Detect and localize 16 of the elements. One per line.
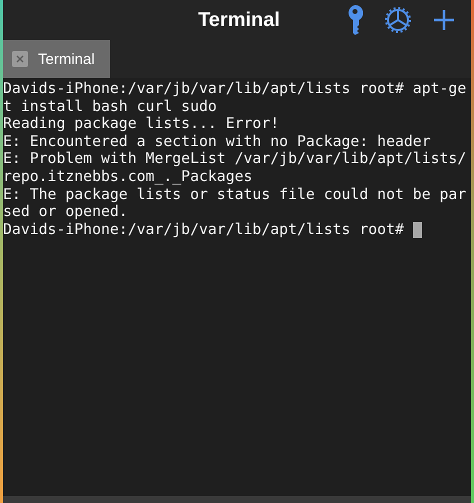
terminal-line: E: The package lists or status file could not be par xyxy=(3,186,466,204)
terminal-line: sed or opened. xyxy=(3,203,128,221)
key-icon[interactable] xyxy=(347,5,363,35)
terminal-line: E: Problem with MergeList /var/jb/var/lib/apt/lists/ xyxy=(3,150,466,168)
add-icon[interactable] xyxy=(433,9,455,31)
settings-icon[interactable] xyxy=(384,6,412,34)
terminal-line: Davids-iPhone:/var/jb/var/lib/apt/lists root# apt-ge xyxy=(3,80,466,98)
window-title: Terminal xyxy=(198,8,280,32)
terminal-line: Reading package lists... Error! xyxy=(3,115,280,133)
terminal-line: Davids-iPhone:/var/jb/var/lib/apt/lists root# xyxy=(3,220,405,238)
tab[interactable]: Terminal xyxy=(3,40,110,78)
close-icon[interactable] xyxy=(12,51,28,67)
terminal-line: E: Encountered a section with no Package: header xyxy=(3,132,431,150)
terminal-line: repo.itznebbs.com_._Packages xyxy=(3,168,252,186)
terminal-line: t install bash curl sudo xyxy=(3,98,217,116)
cursor-icon xyxy=(412,222,422,238)
